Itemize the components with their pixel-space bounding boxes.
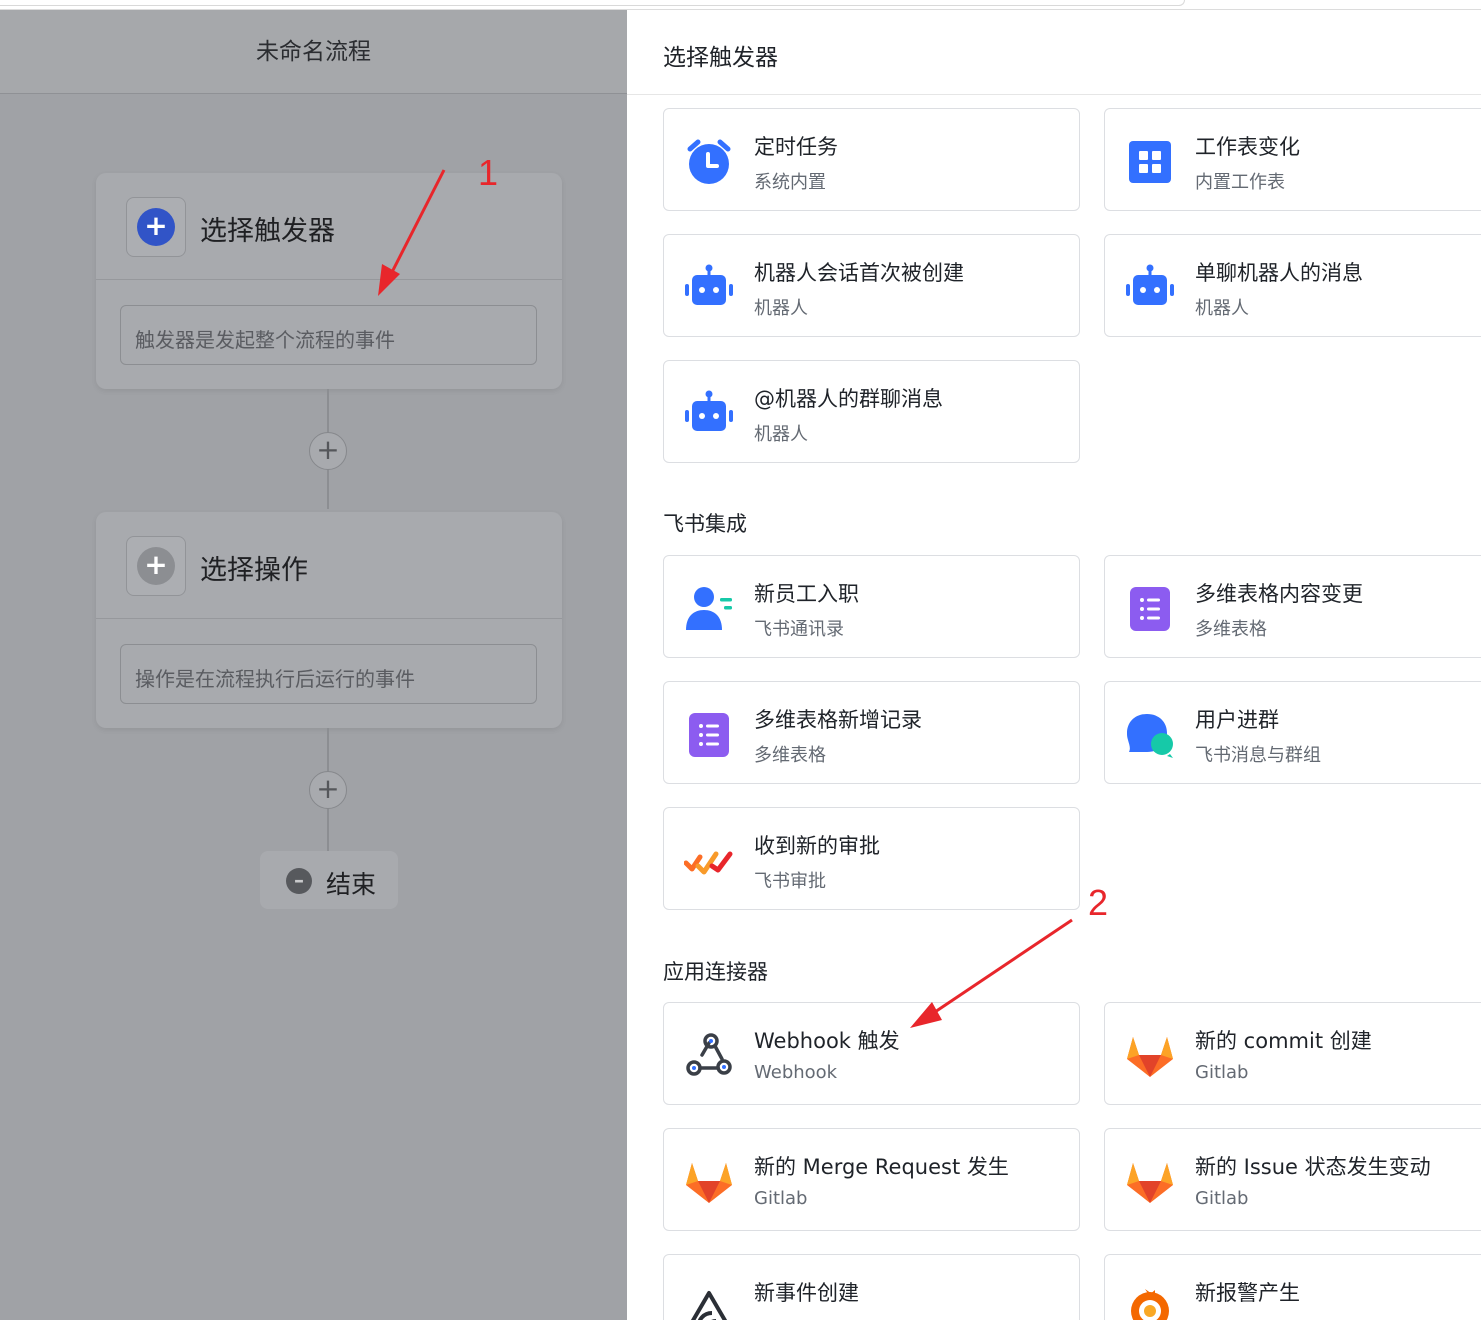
gitlab-icon: [1127, 1163, 1173, 1203]
address-bar-edge: [0, 0, 1185, 6]
section-label-app-connectors: 应用连接器: [663, 960, 768, 984]
card-title: 单聊机器人的消息: [1195, 261, 1363, 285]
trigger-card-new-approval[interactable]: 收到新的审批 飞书审批: [663, 807, 1080, 910]
trigger-card-bot-session-created[interactable]: 机器人会话首次被创建 机器人: [663, 234, 1080, 337]
card-title: 新的 commit 创建: [1195, 1029, 1372, 1053]
user-add-icon: [686, 587, 732, 630]
card-title: 新员工入职: [754, 582, 859, 606]
card-subtitle: 多维表格: [754, 745, 826, 766]
trigger-node-title: 选择触发器: [200, 216, 335, 247]
card-subtitle: 机器人: [754, 298, 808, 319]
card-subtitle: 系统内置: [754, 172, 826, 193]
trigger-card-bitable-new-record[interactable]: 多维表格新增记录 多维表格: [663, 681, 1080, 784]
flow-canvas: 未命名流程 + 选择触发器 触发器是发起整个流程的事件 + + 选择操作 操作是…: [0, 10, 627, 1320]
trigger-node-hint: 触发器是发起整个流程的事件: [120, 305, 537, 365]
card-subtitle: Gitlab: [1195, 1062, 1249, 1083]
card-title: Webhook 触发: [754, 1029, 900, 1053]
card-subtitle: 机器人: [754, 424, 808, 445]
bitable-icon: [1130, 587, 1170, 631]
annotation-arrow-1: [378, 169, 446, 296]
trigger-card-scheduled-task[interactable]: 定时任务 系统内置: [663, 108, 1080, 211]
trigger-card-bot-group-mention[interactable]: @机器人的群聊消息 机器人: [663, 360, 1080, 463]
minus-icon: –: [286, 868, 312, 894]
browser-top-strip: [0, 0, 1481, 10]
robot-icon: [685, 390, 733, 431]
trigger-card-gitlab-issue[interactable]: 新的 Issue 状态发生变动 Gitlab: [1104, 1128, 1481, 1231]
approval-icon: [684, 851, 733, 875]
add-step-button[interactable]: +: [309, 771, 347, 809]
action-node-icon-box: +: [126, 536, 186, 596]
card-subtitle: Gitlab: [1195, 1188, 1249, 1209]
annotation-number-1: 1: [478, 152, 499, 193]
trigger-card-bot-direct-message[interactable]: 单聊机器人的消息 机器人: [1104, 234, 1481, 337]
card-title: @机器人的群聊消息: [754, 387, 943, 411]
card-title: 新的 Issue 状态发生变动: [1195, 1155, 1431, 1179]
action-node-header: + 选择操作: [96, 512, 562, 619]
card-title: 新的 Merge Request 发生: [754, 1155, 1009, 1179]
action-node[interactable]: + 选择操作 操作是在流程执行后运行的事件: [96, 512, 562, 728]
bitable-icon: [689, 713, 729, 757]
card-subtitle: Gitlab: [754, 1188, 808, 1209]
chat-bubble-icon: [1127, 714, 1173, 758]
plus-icon: +: [137, 208, 175, 246]
trigger-card-worksheet-change[interactable]: 工作表变化 内置工作表: [1104, 108, 1481, 211]
card-subtitle: Webhook: [754, 1062, 838, 1083]
action-node-hint: 操作是在流程执行后运行的事件: [120, 644, 537, 704]
robot-icon: [1126, 264, 1174, 305]
card-title: 多维表格内容变更: [1195, 582, 1363, 606]
end-node[interactable]: – 结束: [260, 851, 398, 909]
alarm-clock-icon: [687, 139, 731, 184]
card-title: 用户进群: [1195, 708, 1279, 732]
trigger-card-new-event[interactable]: 新事件创建: [663, 1254, 1080, 1320]
card-subtitle: 飞书消息与群组: [1195, 745, 1321, 766]
flow-title[interactable]: 未命名流程: [0, 32, 627, 66]
trigger-card-bitable-content-change[interactable]: 多维表格内容变更 多维表格: [1104, 555, 1481, 658]
trigger-selector-panel: 选择触发器 定时任务 系统内置 工作表变化 内置工作表 机器人会话首次被创建 机…: [627, 10, 1481, 1320]
card-subtitle: 多维表格: [1195, 619, 1267, 640]
annotation-number-2: 2: [1088, 882, 1109, 923]
trigger-card-gitlab-merge-request[interactable]: 新的 Merge Request 发生 Gitlab: [663, 1128, 1080, 1231]
trigger-node[interactable]: + 选择触发器 触发器是发起整个流程的事件: [96, 173, 562, 389]
gitlab-icon: [686, 1163, 732, 1203]
panel-title: 选择触发器: [663, 45, 778, 71]
card-title: 新事件创建: [754, 1281, 859, 1305]
grid-table-icon: [1129, 141, 1171, 183]
trigger-card-new-alert[interactable]: 新报警产生: [1104, 1254, 1481, 1320]
trigger-card-new-employee[interactable]: 新员工入职 飞书通讯录: [663, 555, 1080, 658]
card-title: 定时任务: [754, 135, 838, 159]
panel-divider: [627, 94, 1481, 95]
section-label-feishu: 飞书集成: [663, 512, 747, 536]
card-title: 新报警产生: [1195, 1281, 1300, 1305]
webhook-icon: [686, 1033, 732, 1076]
trigger-card-user-joins-group[interactable]: 用户进群 飞书消息与群组: [1104, 681, 1481, 784]
card-subtitle: 机器人: [1195, 298, 1249, 319]
card-subtitle: 飞书审批: [754, 871, 826, 892]
add-step-button[interactable]: +: [309, 432, 347, 470]
card-title: 多维表格新增记录: [754, 708, 922, 732]
card-subtitle: 飞书通讯录: [754, 619, 844, 640]
annotation-arrow-2: [910, 918, 1073, 1028]
sentry-icon: [690, 1291, 728, 1320]
trigger-card-gitlab-commit[interactable]: 新的 commit 创建 Gitlab: [1104, 1002, 1481, 1105]
action-node-title: 选择操作: [200, 555, 308, 586]
flow-header: 未命名流程: [0, 10, 627, 94]
card-title: 机器人会话首次被创建: [754, 261, 964, 285]
card-subtitle: 内置工作表: [1195, 172, 1285, 193]
plus-icon: +: [137, 547, 175, 585]
end-label: 结束: [326, 870, 377, 899]
card-title: 收到新的审批: [754, 834, 880, 858]
robot-icon: [685, 264, 733, 305]
grafana-icon: [1131, 1289, 1169, 1320]
trigger-node-icon-box: +: [126, 197, 186, 257]
card-title: 工作表变化: [1195, 135, 1300, 159]
gitlab-icon: [1127, 1037, 1173, 1077]
